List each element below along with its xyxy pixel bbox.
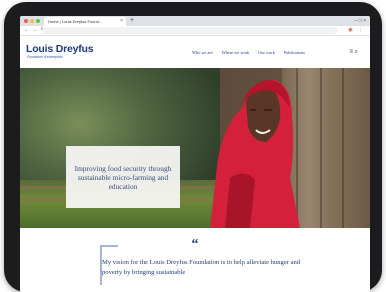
browser-address-bar: ← → ↻ ◉ ⋮ bbox=[20, 26, 370, 36]
nav-item-publications[interactable]: Publications bbox=[284, 50, 305, 55]
nav-item-our-work[interactable]: Our work bbox=[258, 50, 275, 55]
hero-woman-image bbox=[210, 79, 300, 228]
quote-text: My vision for the Louis Dreyfus Foundati… bbox=[102, 259, 301, 276]
site-header: Louis Dreyfus Fondation d'entreprise Who… bbox=[20, 36, 370, 68]
nav-item-who-we-are[interactable]: Who we are bbox=[192, 50, 213, 55]
tablet-device: Home | Louis Dreyfus Found... × + – □ × … bbox=[4, 2, 382, 292]
hero-caption-box: Improving food security through sustaina… bbox=[66, 146, 180, 208]
hero-caption: Improving food security through sustaina… bbox=[74, 163, 172, 191]
quote-mark-icon: “ bbox=[191, 237, 199, 252]
nav-item-where-we-work[interactable]: Where we work bbox=[222, 50, 249, 55]
menu-search-icon[interactable]: ≡ ⌕ bbox=[349, 49, 358, 56]
main-nav: Who we are Where we work Our work Public… bbox=[192, 50, 305, 55]
site-logo[interactable]: Louis Dreyfus bbox=[26, 43, 94, 55]
site-logo-subtitle: Fondation d'entreprise bbox=[27, 55, 63, 59]
tablet-screen: Home | Louis Dreyfus Found... × + – □ × … bbox=[20, 16, 370, 292]
window-dots bbox=[24, 19, 40, 23]
maximize-dot-icon[interactable] bbox=[36, 19, 40, 23]
bark-line bbox=[342, 68, 344, 228]
browser-tab[interactable]: Home | Louis Dreyfus Found... × bbox=[44, 17, 126, 26]
new-tab-icon[interactable]: + bbox=[130, 17, 134, 25]
hero-section: Improving food security through sustaina… bbox=[20, 68, 370, 228]
close-dot-icon[interactable] bbox=[24, 19, 28, 23]
window-controls[interactable]: – □ × bbox=[355, 17, 367, 25]
bark-line bbox=[320, 68, 322, 228]
url-field[interactable] bbox=[42, 27, 338, 34]
minimize-dot-icon[interactable] bbox=[30, 19, 34, 23]
extension-icons[interactable]: ◉ ⋮ bbox=[348, 27, 365, 34]
browser-tab-bar: Home | Louis Dreyfus Found... × + – □ × bbox=[20, 16, 370, 26]
tab-close-icon[interactable]: × bbox=[120, 17, 123, 26]
quote-section: “ My vision for the Louis Dreyfus Founda… bbox=[20, 228, 370, 292]
quote-frame-horizontal bbox=[100, 245, 118, 247]
tab-title: Home | Louis Dreyfus Found... bbox=[48, 19, 103, 24]
